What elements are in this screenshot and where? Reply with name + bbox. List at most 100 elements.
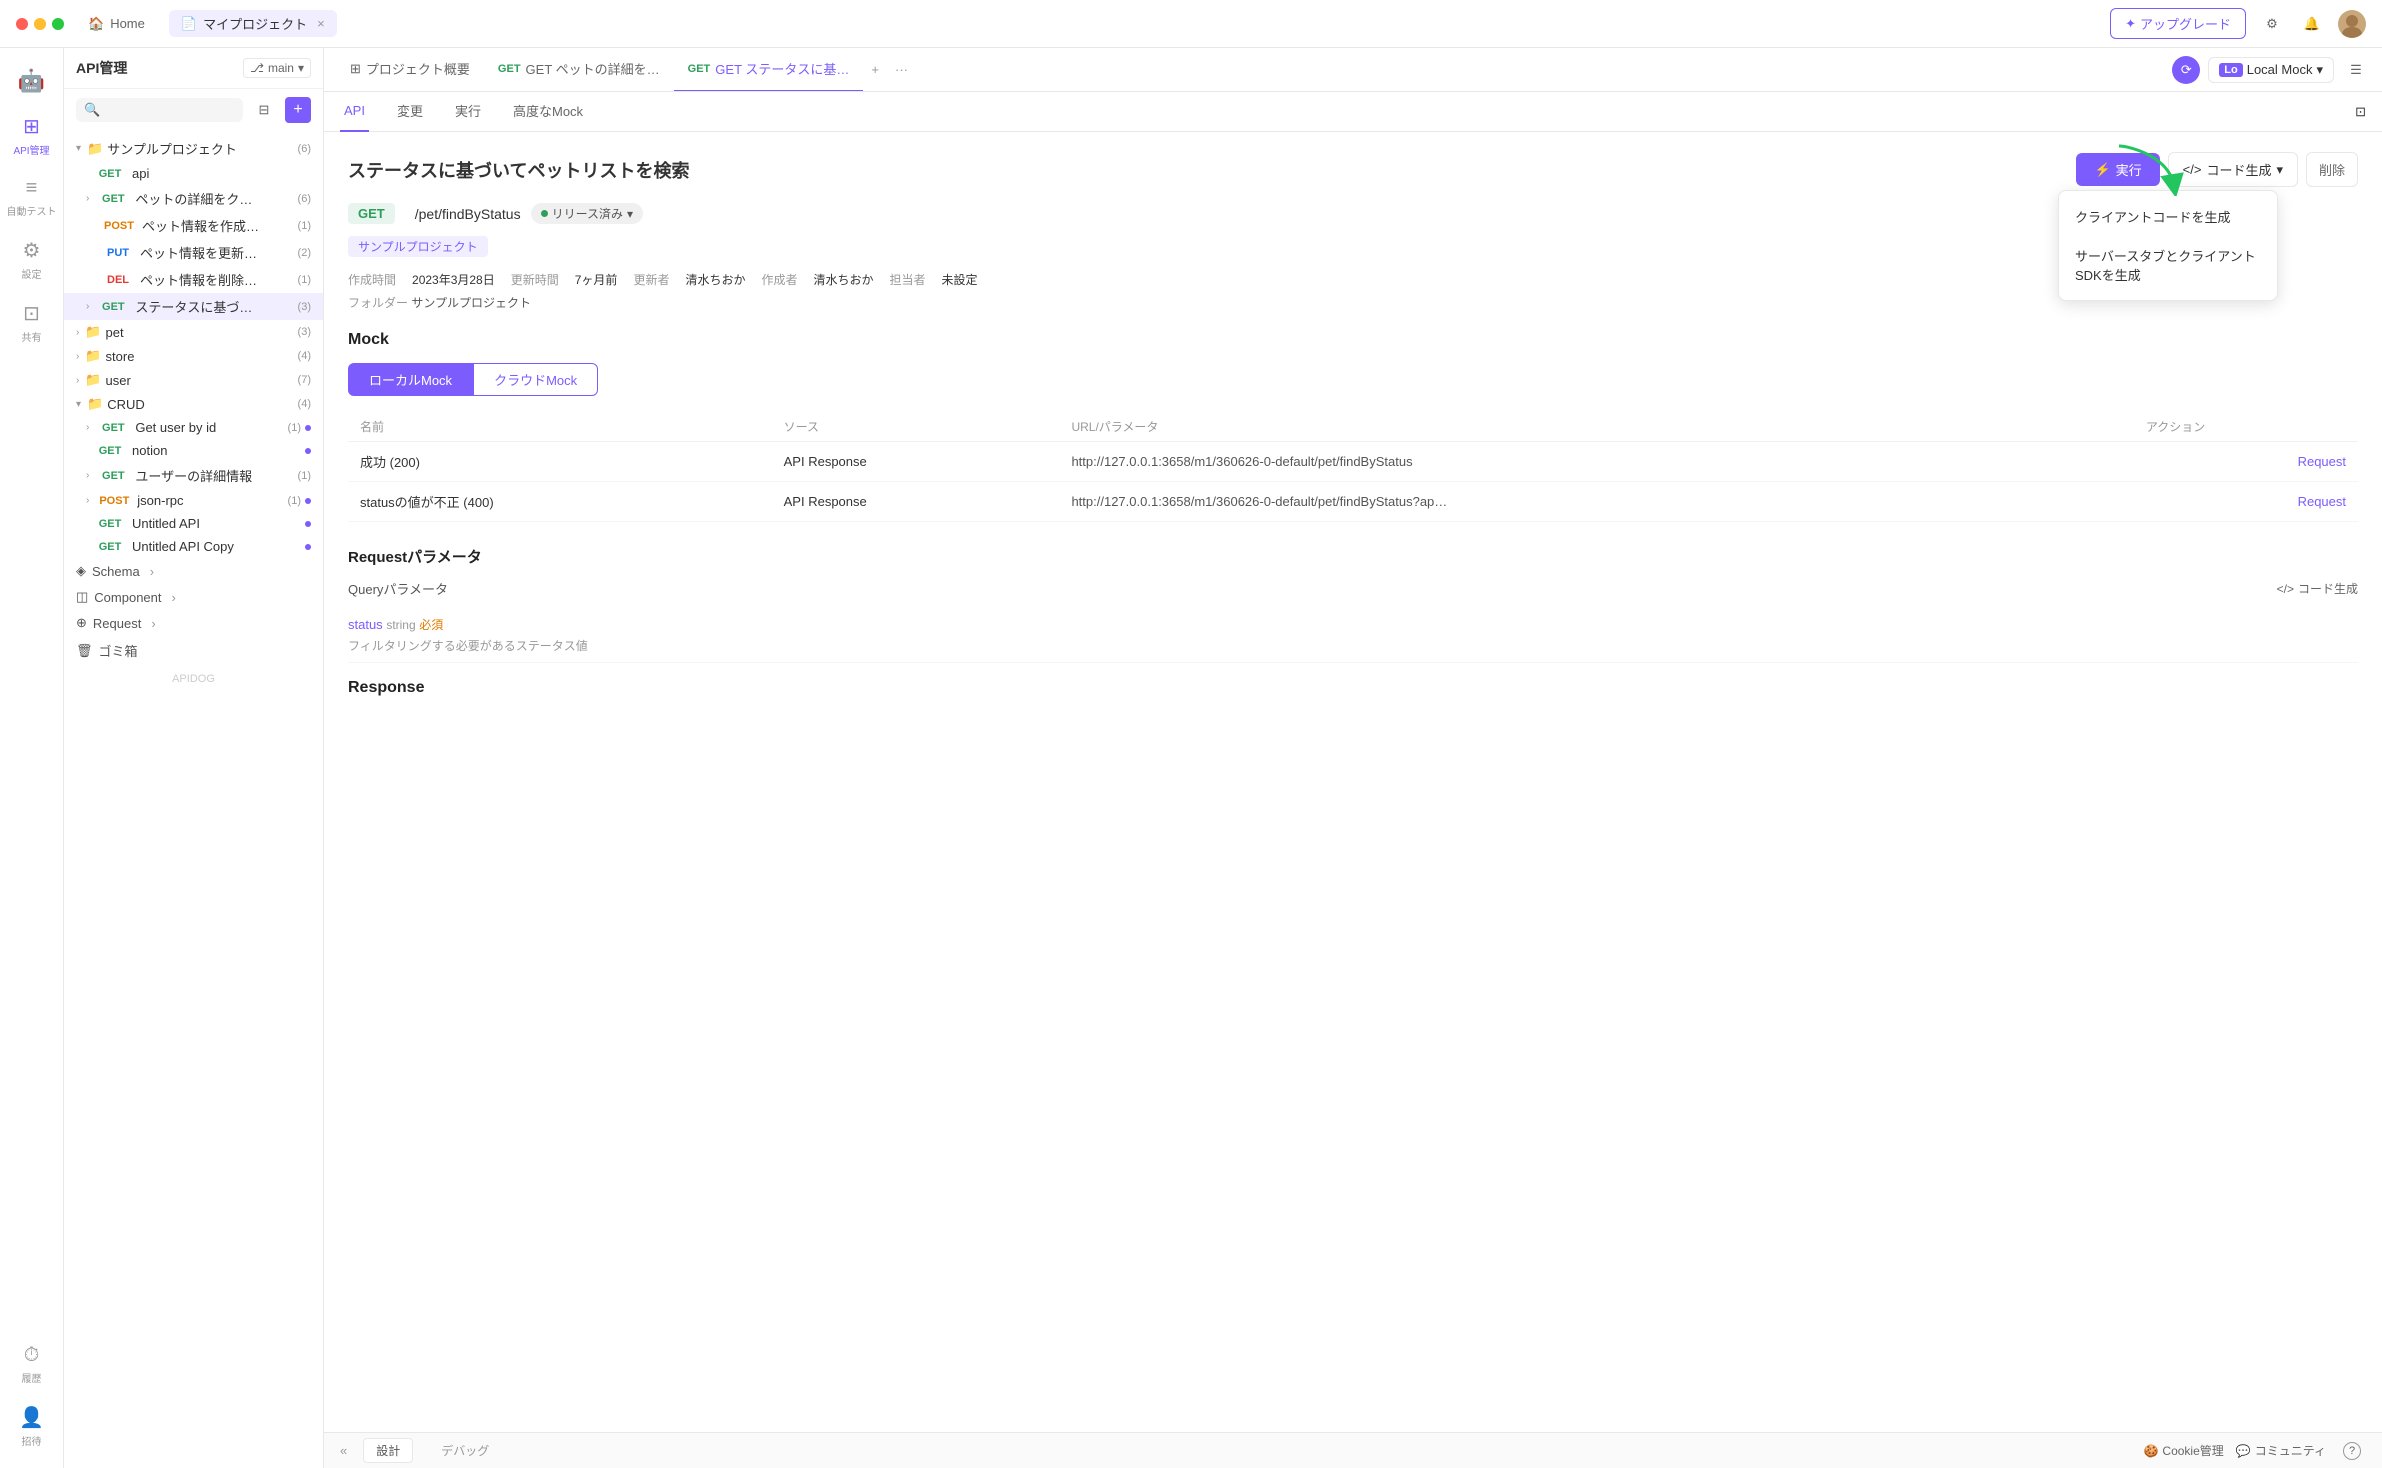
maximize-button[interactable] [52, 18, 64, 30]
sec-tab-changes[interactable]: 変更 [393, 92, 427, 132]
sidebar-label-invite: 招待 [22, 1433, 42, 1448]
sidebar-item-invite[interactable]: 👤 招待 [0, 1397, 63, 1456]
sec-tab-api[interactable]: API [340, 92, 369, 132]
tree-count: (6) [298, 193, 311, 205]
tree-item-notion[interactable]: GET notion [64, 439, 323, 462]
search-input[interactable] [104, 103, 235, 117]
api-title: ステータスに基づいてペットリストを検索 [348, 157, 2076, 183]
sidebar-item-history[interactable]: ⏱ 履歴 [0, 1336, 63, 1393]
tab-status-search[interactable]: GET GET ステータスに基… [674, 48, 864, 92]
tree-item-pet-create[interactable]: POST ペット情報を作成… (1) [64, 212, 323, 239]
bottom-tab-debug[interactable]: デバッグ [429, 1439, 501, 1462]
tree-label: CRUD [107, 397, 291, 412]
upgrade-button[interactable]: ✦ アップグレード [2110, 8, 2246, 39]
run-button[interactable]: ⚡ 実行 [2076, 153, 2159, 186]
folder-icon: 📁 [85, 348, 101, 364]
code-gen-small-button[interactable]: </> コード生成 [2277, 580, 2358, 597]
dropdown-item-client-code[interactable]: クライアントコードを生成 [2059, 197, 2277, 236]
dropdown-item-server-stub[interactable]: サーバースタブとクライアントSDKを生成 [2059, 236, 2277, 294]
filter-button[interactable]: ⊟ [251, 97, 277, 123]
tree-count: (2) [298, 247, 311, 259]
avatar[interactable] [2338, 10, 2366, 38]
tree-folder-pet[interactable]: › 📁 pet (3) [64, 320, 323, 344]
delete-button[interactable]: 削除 [2306, 152, 2358, 187]
sec-tab-run[interactable]: 実行 [451, 92, 485, 132]
tree-item-untitled-api[interactable]: GET Untitled API [64, 512, 323, 535]
tree-component[interactable]: ◫ Component › [64, 584, 323, 610]
run-icon: ⚡ [2094, 162, 2110, 178]
sidebar-item-autotest[interactable]: ≡ 自動テスト [0, 169, 63, 226]
bottom-tab-design[interactable]: 設計 [363, 1438, 413, 1463]
home-icon: 🏠 [88, 16, 104, 32]
settings-icon-btn[interactable]: ⚙ [2258, 10, 2286, 38]
method-get-badge: GET [92, 167, 128, 181]
mock-source-success: API Response [772, 442, 1060, 482]
tab-project-overview[interactable]: ⊞ プロジェクト概要 [336, 48, 484, 92]
method-get-badge: GET [498, 63, 521, 75]
layout-toggle[interactable]: ⊡ [2355, 104, 2366, 120]
env-selector[interactable]: Lo Local Mock ▾ [2208, 57, 2334, 83]
method-get-badge: GET [95, 469, 131, 483]
sidebar-item-settings[interactable]: ⚙ 設定 [0, 230, 63, 289]
tree-item-get-user-by-id[interactable]: › GET Get user by id (1) [64, 416, 323, 439]
minimize-button[interactable] [34, 18, 46, 30]
param-name: status [348, 617, 383, 632]
hamburger-button[interactable]: ☰ [2342, 56, 2370, 84]
tree-schema[interactable]: ◈ Schema › [64, 558, 323, 584]
more-tabs-button[interactable]: ··· [887, 62, 916, 77]
sidebar-item-api[interactable]: ⊞ API管理 [0, 106, 63, 165]
mock-tab-cloud[interactable]: クラウドMock [473, 363, 598, 396]
close-button[interactable] [16, 18, 28, 30]
tree-dot [305, 521, 311, 527]
cookie-manager-button[interactable]: 🍪 Cookie管理 [2143, 1442, 2223, 1459]
sec-tab-mock[interactable]: 高度なMock [509, 92, 587, 132]
mock-request-success[interactable]: Request [2134, 442, 2358, 482]
tree-folder-sample[interactable]: ▾ 📁 サンプルプロジェクト (6) [64, 135, 323, 162]
tab-close-button[interactable]: × [317, 16, 325, 31]
tab-project[interactable]: 📄 マイプロジェクト × [169, 10, 337, 37]
help-icon: ? [2343, 1442, 2361, 1460]
tree-request[interactable]: ⊕ Request › [64, 610, 323, 636]
bottom-nav-prev[interactable]: « [340, 1443, 347, 1458]
folder-icon: 📁 [87, 396, 103, 412]
add-tab-button[interactable]: + [863, 62, 887, 77]
app-layout: 🤖 ⊞ API管理 ≡ 自動テスト ⚙ 設定 ⊡ 共有 ⏱ 履歴 👤 招待 AP [0, 48, 2382, 1468]
tree-item-status-search[interactable]: › GET ステータスに基づ… (3) [64, 293, 323, 320]
tree-item-pet-update[interactable]: PUT ペット情報を更新… (2) [64, 239, 323, 266]
dropdown-menu: クライアントコードを生成 サーバースタブとクライアントSDKを生成 [2058, 190, 2278, 301]
logo-icon: 🤖 [18, 68, 45, 94]
status-badge[interactable]: リリース済み ▾ [531, 203, 643, 224]
code-gen-button[interactable]: </> コード生成 ▾ [2168, 152, 2298, 187]
tree-item-json-rpc[interactable]: › POST json-rpc (1) [64, 489, 323, 512]
tree-label: pet [106, 325, 292, 340]
notification-icon-btn[interactable]: 🔔 [2298, 10, 2326, 38]
tree-item-untitled-api-copy[interactable]: GET Untitled API Copy [64, 535, 323, 558]
tree-folder-store[interactable]: › 📁 store (4) [64, 344, 323, 368]
tree-item-api[interactable]: GET api [64, 162, 323, 185]
search-box[interactable]: 🔍 [76, 98, 243, 122]
help-button[interactable]: ? [2338, 1437, 2366, 1465]
tree-label: Untitled API [132, 516, 301, 531]
chevron-right-icon: › [76, 375, 79, 386]
mock-request-error[interactable]: Request [2134, 482, 2358, 522]
tree-dot [305, 425, 311, 431]
param-section-query: Queryパラメータ </> コード生成 status string 必須 フィ… [348, 579, 2358, 663]
tab-home[interactable]: 🏠 Home [76, 12, 157, 36]
cookie-icon: 🍪 [2143, 1444, 2158, 1458]
tree-item-pet-detail[interactable]: › GET ペットの詳細をク… (6) [64, 185, 323, 212]
tree-trash[interactable]: 🗑 ゴミ箱 [64, 636, 323, 665]
tree-folder-crud[interactable]: ▾ 📁 CRUD (4) [64, 392, 323, 416]
tree-folder-user[interactable]: › 📁 user (7) [64, 368, 323, 392]
sidebar-label-api: API管理 [13, 142, 49, 157]
tab-pet-detail[interactable]: GET GET ペットの詳細を… [484, 48, 674, 92]
mock-tab-local[interactable]: ローカルMock [348, 363, 473, 396]
tree-item-user-detail[interactable]: › GET ユーザーの詳細情報 (1) [64, 462, 323, 489]
sidebar-label-history: 履歴 [22, 1370, 42, 1385]
history-button[interactable]: ⟳ [2172, 56, 2200, 84]
folder-badge: サンプルプロジェクト [348, 236, 488, 257]
community-button[interactable]: 💬 コミュニティ [2236, 1442, 2326, 1459]
add-button[interactable]: + [285, 97, 311, 123]
branch-selector[interactable]: ⎇ main ▾ [243, 58, 311, 78]
sidebar-item-share[interactable]: ⊡ 共有 [0, 293, 63, 352]
tree-item-pet-delete[interactable]: DEL ペット情報を削除… (1) [64, 266, 323, 293]
